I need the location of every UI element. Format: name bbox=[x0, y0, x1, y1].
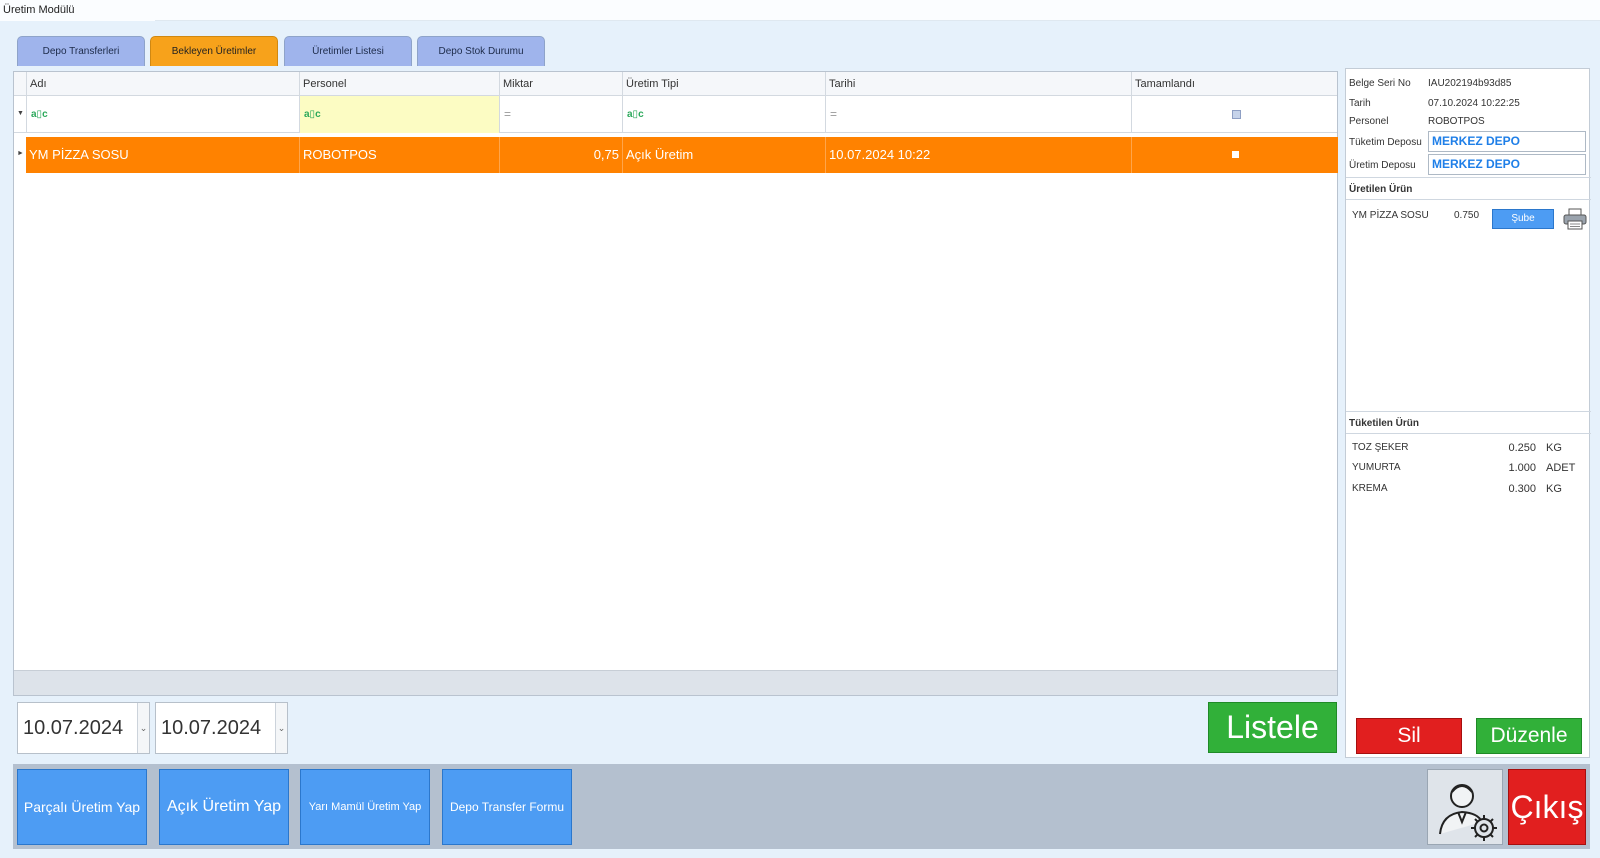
titlebar-divider bbox=[155, 20, 1600, 21]
printer-icon[interactable] bbox=[1563, 208, 1587, 230]
cell-uretim-tipi[interactable]: Açık Üretim bbox=[622, 137, 825, 173]
window-title: Üretim Modülü bbox=[0, 0, 1600, 21]
parcali-uretim-button[interactable]: Parçalı Üretim Yap bbox=[17, 769, 147, 845]
personel-label: Personel bbox=[1349, 116, 1389, 127]
tuketilen-item-unit: ADET bbox=[1546, 462, 1576, 474]
end-date-field[interactable]: 10.07.2024 ⌄ bbox=[155, 702, 288, 754]
chevron-down-icon[interactable]: ⌄ bbox=[137, 703, 149, 753]
filter-tarihi[interactable]: = bbox=[825, 96, 1131, 133]
divider bbox=[1346, 433, 1591, 434]
cell-tarihi[interactable]: 10.07.2024 10:22 bbox=[825, 137, 1131, 173]
filter-uretim-tipi[interactable]: a▯c bbox=[622, 96, 825, 133]
cell-tamamlandi[interactable] bbox=[1131, 137, 1338, 173]
filter-row: ▼ a▯c a▯c = a▯c = bbox=[14, 96, 1337, 133]
tab-depo-stok-durumu[interactable]: Depo Stok Durumu bbox=[417, 36, 545, 66]
uretilen-urun-name: YM PİZZA SOSU bbox=[1352, 210, 1429, 221]
uretilen-urun-qty: 0.750 bbox=[1454, 210, 1480, 221]
sil-button[interactable]: Sil bbox=[1356, 718, 1462, 754]
table-row[interactable]: YM PİZZA SOSU ROBOTPOS 0,75 Açık Üretim … bbox=[26, 137, 1338, 173]
start-date-field[interactable]: 10.07.2024 ⌄ bbox=[17, 702, 150, 754]
tuketilen-item-name: KREMA bbox=[1352, 483, 1388, 494]
equals-filter-icon: = bbox=[830, 107, 838, 121]
duzenle-button[interactable]: Düzenle bbox=[1476, 718, 1582, 754]
end-date-value: 10.07.2024 bbox=[161, 717, 262, 739]
detail-panel: Belge Seri No IAU202194b93d85 Tarih 07.1… bbox=[1345, 68, 1591, 758]
column-header-personel[interactable]: Personel bbox=[299, 72, 499, 96]
listele-button[interactable]: Listele bbox=[1208, 702, 1337, 753]
start-date-value: 10.07.2024 bbox=[23, 717, 124, 739]
sube-button[interactable]: Şube bbox=[1492, 209, 1554, 229]
column-header-tamamlandi[interactable]: Tamamlandı bbox=[1131, 72, 1338, 96]
user-settings-button[interactable] bbox=[1427, 769, 1503, 845]
tuketilen-item-qty: 1.000 bbox=[1508, 462, 1536, 474]
column-header-tarihi[interactable]: Tarihi bbox=[825, 72, 1131, 96]
filter-tamamlandi[interactable] bbox=[1131, 96, 1338, 133]
filter-checkbox-icon[interactable] bbox=[1232, 110, 1241, 119]
uretim-deposu-label: Üretim Deposu bbox=[1349, 160, 1416, 171]
tuketilen-item-name: TOZ ŞEKER bbox=[1352, 442, 1409, 453]
filter-personel[interactable]: a▯c bbox=[299, 96, 499, 133]
equals-filter-icon: = bbox=[504, 107, 512, 121]
grid-footer bbox=[14, 670, 1337, 695]
yari-mamul-uretim-button[interactable]: Yarı Mamül Üretim Yap bbox=[300, 769, 430, 845]
cell-miktar[interactable]: 0,75 bbox=[499, 137, 622, 173]
cell-personel[interactable]: ROBOTPOS bbox=[299, 137, 499, 173]
uretilen-urun-title: Üretilen Ürün bbox=[1349, 184, 1413, 195]
tab-uretimler-listesi[interactable]: Üretimler Listesi bbox=[284, 36, 412, 66]
filter-row-indicator-icon: ▼ bbox=[17, 110, 24, 117]
tab-depo-transferleri[interactable]: Depo Transferleri bbox=[17, 36, 145, 66]
grid-header: Adı Personel Miktar Üretim Tipi Tarihi T… bbox=[14, 72, 1337, 96]
tuketilen-item-qty: 0.300 bbox=[1508, 483, 1536, 495]
filter-adi[interactable]: a▯c bbox=[26, 96, 299, 133]
tuketilen-item-name: YUMURTA bbox=[1352, 462, 1401, 473]
tuketilen-item-qty: 0.250 bbox=[1508, 442, 1536, 454]
filter-miktar[interactable]: = bbox=[499, 96, 622, 133]
cell-adi[interactable]: YM PİZZA SOSU bbox=[26, 137, 299, 173]
depo-transfer-formu-button[interactable]: Depo Transfer Formu bbox=[442, 769, 572, 845]
tuketim-deposu-field[interactable]: MERKEZ DEPO bbox=[1428, 131, 1586, 152]
tab-bekleyen-uretimler[interactable]: Bekleyen Üretimler bbox=[150, 36, 278, 66]
contains-filter-icon: a▯c bbox=[31, 109, 48, 120]
production-grid: Adı Personel Miktar Üretim Tipi Tarihi T… bbox=[13, 71, 1338, 696]
column-header-miktar[interactable]: Miktar bbox=[499, 72, 622, 96]
column-header-uretim-tipi[interactable]: Üretim Tipi bbox=[622, 72, 825, 96]
tarih-label: Tarih bbox=[1349, 98, 1371, 109]
completed-checkbox[interactable] bbox=[1232, 151, 1239, 158]
column-header-adi[interactable]: Adı bbox=[26, 72, 299, 96]
divider bbox=[1346, 199, 1591, 200]
tarih-value: 07.10.2024 10:22:25 bbox=[1428, 98, 1520, 109]
user-settings-icon bbox=[1439, 784, 1497, 841]
tuketim-deposu-label: Tüketim Deposu bbox=[1349, 137, 1422, 148]
divider bbox=[1346, 411, 1591, 412]
personel-value: ROBOTPOS bbox=[1428, 116, 1485, 127]
tuketilen-urun-title: Tüketilen Ürün bbox=[1349, 418, 1420, 429]
divider bbox=[1346, 177, 1591, 178]
cikis-button[interactable]: Çıkış bbox=[1508, 769, 1586, 845]
contains-filter-icon: a▯c bbox=[627, 109, 644, 120]
belge-seri-no-value: IAU202194b93d85 bbox=[1428, 78, 1512, 89]
tuketilen-item-unit: KG bbox=[1546, 483, 1562, 495]
uretim-deposu-field[interactable]: MERKEZ DEPO bbox=[1428, 154, 1586, 175]
row-indicator-icon: ► bbox=[17, 150, 24, 157]
acik-uretim-button[interactable]: Açık Üretim Yap bbox=[159, 769, 289, 845]
contains-filter-icon: a▯c bbox=[304, 109, 321, 120]
chevron-down-icon[interactable]: ⌄ bbox=[275, 703, 287, 753]
tuketilen-item-unit: KG bbox=[1546, 442, 1562, 454]
belge-seri-no-label: Belge Seri No bbox=[1349, 78, 1411, 89]
